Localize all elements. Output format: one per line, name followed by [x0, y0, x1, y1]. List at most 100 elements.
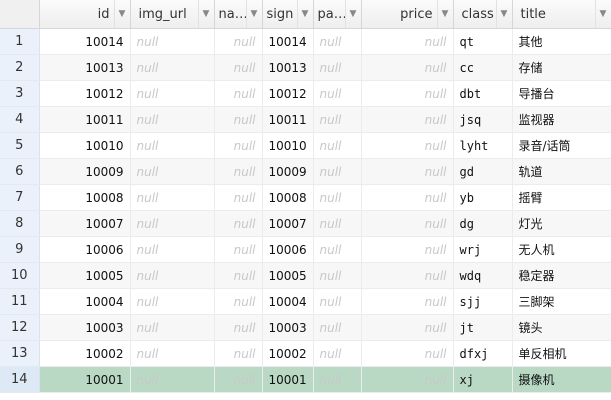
img-url-cell[interactable]: null — [130, 158, 215, 185]
sign-cell[interactable]: 10009 — [262, 158, 314, 185]
pa-cell[interactable]: null — [313, 340, 362, 367]
name-cell[interactable]: null — [214, 314, 263, 341]
row-number-cell[interactable]: 4 — [0, 106, 40, 133]
column-header-pa[interactable]: pa… ▼ — [313, 0, 362, 29]
pa-cell[interactable]: null — [313, 366, 362, 393]
id-cell[interactable]: 10012 — [39, 80, 131, 107]
img-url-cell[interactable]: null — [130, 314, 215, 341]
class-cell[interactable]: qt — [453, 28, 513, 55]
sign-cell[interactable]: 10006 — [262, 236, 314, 263]
id-cell[interactable]: 10005 — [39, 262, 131, 289]
title-cell[interactable]: 监视器 — [512, 106, 611, 133]
id-cell[interactable]: 10007 — [39, 210, 131, 237]
sign-cell[interactable]: 10004 — [262, 288, 314, 315]
row-number-cell[interactable]: 5 — [0, 132, 40, 159]
sign-cell[interactable]: 10012 — [262, 80, 314, 107]
row-number-cell[interactable]: 8 — [0, 210, 40, 237]
pa-cell[interactable]: null — [313, 106, 362, 133]
row-number-cell[interactable]: 13 — [0, 340, 40, 367]
name-cell[interactable]: null — [214, 340, 263, 367]
row-number-cell[interactable]: 3 — [0, 80, 40, 107]
id-cell[interactable]: 10008 — [39, 184, 131, 211]
sign-cell[interactable]: 10003 — [262, 314, 314, 341]
column-header-price[interactable]: price ▼ — [361, 0, 454, 29]
pa-cell[interactable]: null — [313, 28, 362, 55]
row-number-cell[interactable]: 6 — [0, 158, 40, 185]
price-cell[interactable]: null — [361, 236, 454, 263]
table-row[interactable]: 5 10010 null null 10010 null null lyht 录音/话筒 — [0, 132, 611, 159]
table-row[interactable]: 4 10011 null null 10011 null null jsq 监视器 — [0, 106, 611, 133]
img-url-cell[interactable]: null — [130, 54, 215, 81]
price-cell[interactable]: null — [361, 132, 454, 159]
pa-cell[interactable]: null — [313, 54, 362, 81]
title-cell[interactable]: 稳定器 — [512, 262, 611, 289]
img-url-cell[interactable]: null — [130, 288, 215, 315]
row-number-cell[interactable]: 1 — [0, 28, 40, 55]
title-cell[interactable]: 灯光 — [512, 210, 611, 237]
id-cell[interactable]: 10003 — [39, 314, 131, 341]
img-url-cell[interactable]: null — [130, 106, 215, 133]
title-cell[interactable]: 无人机 — [512, 236, 611, 263]
class-cell[interactable]: dg — [453, 210, 513, 237]
img-url-cell[interactable]: null — [130, 132, 215, 159]
name-cell[interactable]: null — [214, 184, 263, 211]
title-cell[interactable]: 轨道 — [512, 158, 611, 185]
column-header-id[interactable]: id ▼ — [39, 0, 131, 29]
name-cell[interactable]: null — [214, 288, 263, 315]
pa-cell[interactable]: null — [313, 236, 362, 263]
name-cell[interactable]: null — [214, 28, 263, 55]
sign-cell[interactable]: 10001 — [262, 366, 314, 393]
table-row[interactable]: 1 10014 null null 10014 null null qt 其他 — [0, 28, 611, 55]
class-cell[interactable]: wrj — [453, 236, 513, 263]
filter-dropdown-icon[interactable]: ▼ — [245, 0, 262, 28]
filter-dropdown-icon[interactable]: ▼ — [296, 0, 313, 28]
price-cell[interactable]: null — [361, 288, 454, 315]
img-url-cell[interactable]: null — [130, 236, 215, 263]
table-row[interactable]: 10 10005 null null 10005 null null wdq 稳定器 — [0, 262, 611, 289]
sign-cell[interactable]: 10008 — [262, 184, 314, 211]
column-header-name[interactable]: na… ▼ — [214, 0, 263, 29]
title-cell[interactable]: 三脚架 — [512, 288, 611, 315]
column-header-img-url[interactable]: img_url ▼ — [130, 0, 215, 29]
id-cell[interactable]: 10002 — [39, 340, 131, 367]
title-cell[interactable]: 摄像机 — [512, 366, 611, 393]
sign-cell[interactable]: 10013 — [262, 54, 314, 81]
sign-cell[interactable]: 10014 — [262, 28, 314, 55]
name-cell[interactable]: null — [214, 80, 263, 107]
name-cell[interactable]: null — [214, 158, 263, 185]
price-cell[interactable]: null — [361, 106, 454, 133]
id-cell[interactable]: 10014 — [39, 28, 131, 55]
row-number-cell[interactable]: 9 — [0, 236, 40, 263]
table-row[interactable]: 3 10012 null null 10012 null null dbt 导播台 — [0, 80, 611, 107]
filter-dropdown-icon[interactable]: ▼ — [344, 0, 361, 28]
title-cell[interactable]: 摇臂 — [512, 184, 611, 211]
sign-cell[interactable]: 10005 — [262, 262, 314, 289]
filter-dropdown-icon[interactable]: ▼ — [594, 0, 611, 28]
row-number-cell[interactable]: 12 — [0, 314, 40, 341]
table-row[interactable]: 14 10001 null null 10001 null null xj 摄像机 — [0, 366, 611, 393]
pa-cell[interactable]: null — [313, 132, 362, 159]
class-cell[interactable]: lyht — [453, 132, 513, 159]
price-cell[interactable]: null — [361, 54, 454, 81]
id-cell[interactable]: 10009 — [39, 158, 131, 185]
price-cell[interactable]: null — [361, 80, 454, 107]
name-cell[interactable]: null — [214, 210, 263, 237]
table-row[interactable]: 13 10002 null null 10002 null null dfxj 单反相机 — [0, 340, 611, 367]
img-url-cell[interactable]: null — [130, 210, 215, 237]
img-url-cell[interactable]: null — [130, 28, 215, 55]
filter-dropdown-icon[interactable]: ▼ — [197, 0, 214, 28]
pa-cell[interactable]: null — [313, 210, 362, 237]
img-url-cell[interactable]: null — [130, 262, 215, 289]
table-row[interactable]: 6 10009 null null 10009 null null gd 轨道 — [0, 158, 611, 185]
title-cell[interactable]: 导播台 — [512, 80, 611, 107]
class-cell[interactable]: jt — [453, 314, 513, 341]
pa-cell[interactable]: null — [313, 262, 362, 289]
row-number-cell[interactable]: 14 — [0, 366, 40, 393]
row-number-cell[interactable]: 2 — [0, 54, 40, 81]
price-cell[interactable]: null — [361, 158, 454, 185]
class-cell[interactable]: sjj — [453, 288, 513, 315]
id-cell[interactable]: 10001 — [39, 366, 131, 393]
name-cell[interactable]: null — [214, 54, 263, 81]
class-cell[interactable]: wdq — [453, 262, 513, 289]
filter-dropdown-icon[interactable]: ▼ — [495, 0, 512, 28]
